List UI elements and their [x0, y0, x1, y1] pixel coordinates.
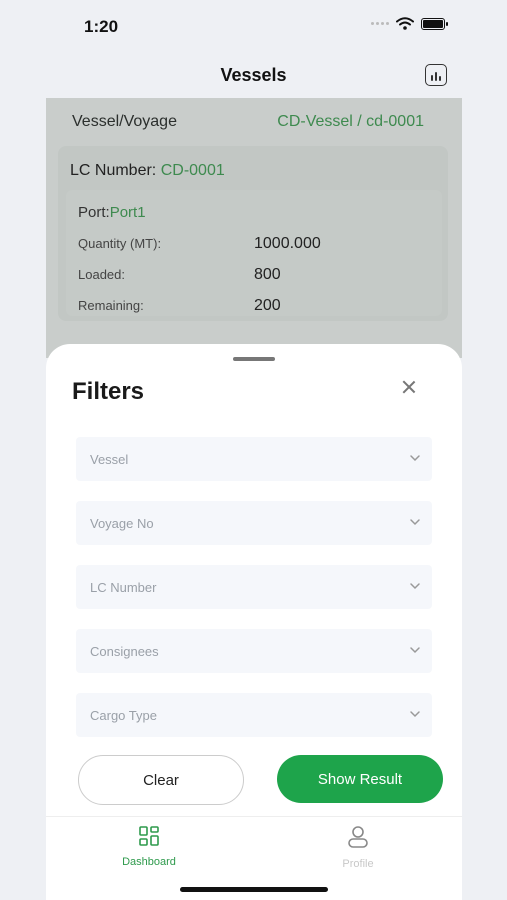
filters-bottom-sheet: Filters Vessel Voyage No LC Number Consi… [46, 344, 462, 900]
remaining-row: Remaining: 200 [78, 297, 438, 314]
dashboard-grid-icon [139, 826, 159, 846]
quantity-value: 1000.000 [254, 235, 321, 252]
consignees-dropdown-placeholder: Consignees [90, 644, 159, 659]
quantity-label: Quantity (MT): [78, 236, 162, 251]
vessel-dropdown-placeholder: Vessel [90, 452, 129, 467]
loaded-row: Loaded: 800 [78, 266, 438, 283]
vessel-voyage-row: Vessel/Voyage CD-Vessel / cd-0001 [72, 113, 424, 131]
status-time: 1:20 [84, 17, 119, 36]
tab-dashboard[interactable]: Dashboard [89, 825, 209, 868]
status-bar: 1:20 [0, 0, 507, 52]
port-value: Port1 [109, 204, 146, 221]
bar-chart-icon[interactable] [425, 64, 447, 86]
cellular-signal-icon [371, 22, 389, 25]
chevron-down-icon [410, 647, 420, 654]
consignees-dropdown[interactable]: Consignees [76, 629, 432, 673]
status-icons [371, 17, 448, 30]
cargo-type-dropdown-placeholder: Cargo Type [90, 708, 157, 723]
lc-card: LC Number: CD-0001 Port:Port1 Quantity (… [58, 146, 448, 321]
wifi-icon [396, 17, 414, 30]
tab-bar: Dashboard Profile [46, 816, 462, 900]
nav-bar: Vessels [0, 52, 507, 98]
vessel-dropdown[interactable]: Vessel [76, 437, 432, 481]
loaded-value: 800 [254, 266, 281, 283]
loaded-label: Loaded: [78, 267, 125, 282]
sheet-grab-handle[interactable] [233, 357, 275, 361]
person-icon [348, 826, 368, 848]
lc-number-dropdown-placeholder: LC Number [90, 580, 157, 595]
clear-button[interactable]: Clear [78, 755, 244, 805]
lc-number-row: LC Number: CD-0001 [70, 162, 225, 180]
voyage-no-dropdown-placeholder: Voyage No [90, 516, 154, 531]
chevron-down-icon [410, 455, 420, 462]
vessel-card-dimmed: Vessel/Voyage CD-Vessel / cd-0001 LC Num… [46, 98, 462, 358]
chevron-down-icon [410, 711, 420, 718]
tab-profile-label: Profile [342, 858, 374, 870]
tab-profile[interactable]: Profile [298, 825, 418, 870]
battery-icon [421, 17, 448, 30]
lc-number-value: CD-0001 [160, 162, 225, 179]
remaining-value: 200 [254, 297, 281, 314]
show-result-button[interactable]: Show Result [277, 755, 443, 803]
home-indicator[interactable] [180, 887, 328, 892]
chevron-down-icon [410, 583, 420, 590]
vessel-voyage-value: CD-Vessel / cd-0001 [277, 113, 424, 130]
voyage-no-dropdown[interactable]: Voyage No [76, 501, 432, 545]
port-row: Port:Port1 [78, 204, 146, 221]
close-icon[interactable] [400, 378, 418, 396]
port-card: Port:Port1 Quantity (MT): 1000.000 Loade… [66, 190, 442, 316]
port-label: Port: [78, 204, 110, 221]
chevron-down-icon [410, 519, 420, 526]
vessel-voyage-label: Vessel/Voyage [72, 113, 177, 130]
remaining-label: Remaining: [78, 298, 144, 313]
lc-number-dropdown[interactable]: LC Number [76, 565, 432, 609]
filters-title: Filters [72, 378, 145, 405]
tab-dashboard-label: Dashboard [122, 856, 176, 868]
quantity-row: Quantity (MT): 1000.000 [78, 235, 438, 252]
lc-number-label: LC Number: [70, 162, 157, 179]
cargo-type-dropdown[interactable]: Cargo Type [76, 693, 432, 737]
